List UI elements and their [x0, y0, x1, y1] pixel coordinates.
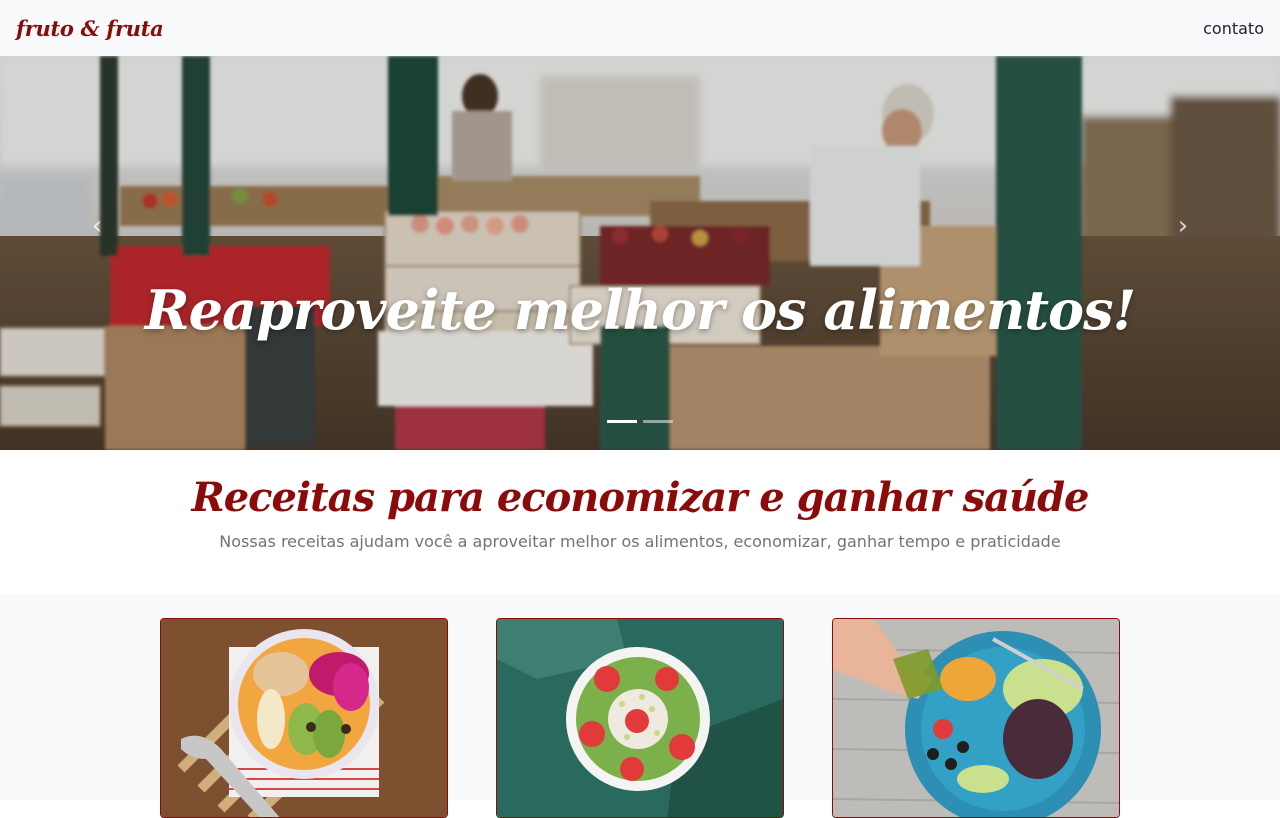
salad-plate-image [833, 619, 1119, 817]
carousel-indicators [607, 420, 673, 423]
kiwi-bowl-image [497, 619, 783, 817]
carousel-next-button[interactable]: › [1168, 206, 1198, 246]
navbar: fruto & fruta contato [0, 0, 1280, 56]
smoothie-bowl-card[interactable] [160, 618, 448, 818]
intro-section: Receitas para economizar e ganhar saúde … [0, 450, 1280, 594]
brand-logo[interactable]: fruto & fruta [16, 16, 164, 41]
recipe-cards [0, 594, 1280, 818]
salad-plate-card[interactable] [832, 618, 1120, 818]
section-title: Receitas para economizar e ganhar saúde [191, 474, 1089, 521]
chevron-left-icon: ‹ [91, 211, 103, 241]
contact-link[interactable]: contato [1203, 19, 1264, 38]
market-photo [0, 56, 1280, 450]
chevron-right-icon: › [1177, 211, 1189, 241]
hero-caption: Reaproveite melhor os alimentos! [144, 278, 1136, 342]
hero-carousel: ‹ › Reaproveite melhor os alimentos! [0, 56, 1280, 450]
carousel-indicator-1[interactable] [607, 420, 637, 423]
carousel-prev-button[interactable]: ‹ [82, 206, 112, 246]
section-subtitle: Nossas receitas ajudam você a aproveitar… [219, 532, 1061, 551]
carousel-indicator-2[interactable] [643, 420, 673, 423]
smoothie-bowl-image [161, 619, 447, 817]
kiwi-bowl-card[interactable] [496, 618, 784, 818]
